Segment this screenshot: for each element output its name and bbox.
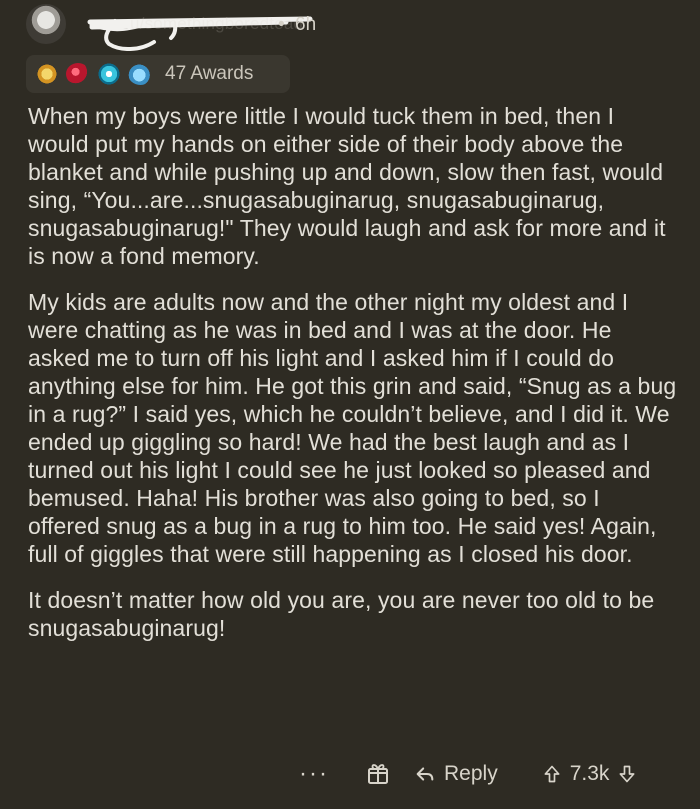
reply-button[interactable]: Reply (414, 762, 498, 786)
awards-pill[interactable]: 47 Awards (26, 55, 290, 93)
cloud-award-icon (128, 63, 153, 85)
comment-paragraph: It doesn’t matter how old you are, you a… (28, 587, 655, 641)
gift-button[interactable] (352, 762, 404, 786)
vote-group: 7.3k (542, 762, 638, 786)
awards-count: 47 Awards (165, 63, 254, 84)
comment-header: u/somethingboredtoad • 6h (18, 4, 678, 51)
comment-card: u/somethingboredtoad • 6h 47 Awards When… (0, 0, 700, 809)
comment-body: When my boys were little I would tuck th… (28, 102, 678, 660)
reply-label: Reply (444, 762, 498, 785)
header-separator: • (278, 14, 285, 35)
sun-award-icon (36, 63, 58, 85)
avatar[interactable] (26, 4, 66, 44)
comment-paragraph: When my boys were little I would tuck th… (28, 103, 666, 269)
reply-icon (414, 763, 436, 785)
downvote-icon[interactable] (617, 764, 637, 784)
heart-award-icon (66, 63, 90, 85)
comment-paragraph: My kids are adults now and the other nig… (28, 289, 677, 567)
disc-award-icon (98, 63, 120, 85)
timestamp: 6h (295, 14, 317, 35)
vote-count: 7.3k (569, 762, 610, 785)
comment-actions: ··· Reply 7.3k (294, 753, 674, 795)
gift-icon (368, 764, 388, 784)
more-options-button[interactable]: ··· (294, 762, 334, 786)
upvote-icon[interactable] (542, 764, 562, 784)
